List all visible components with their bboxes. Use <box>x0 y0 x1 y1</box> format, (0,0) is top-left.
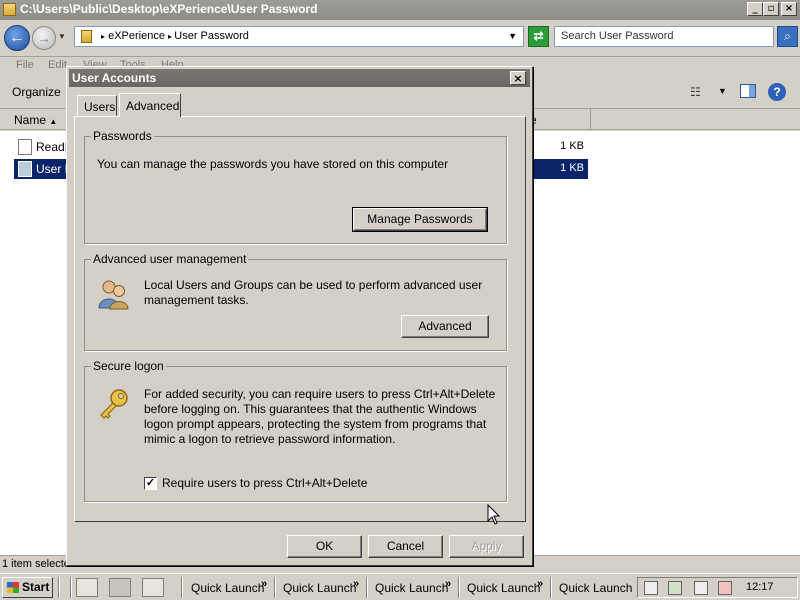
address-dropdown-icon[interactable]: ▼ <box>508 31 517 41</box>
search-icon[interactable]: ⌕ <box>777 26 798 47</box>
secure-logon-text: For added security, you can require user… <box>144 387 496 446</box>
key-icon <box>100 389 128 419</box>
advanced-user-management-group: Advanced user management Local Users and… <box>84 252 507 351</box>
quick-launch-label[interactable]: Quick Launch <box>467 581 540 595</box>
printer-icon[interactable] <box>694 581 708 595</box>
search-input[interactable]: Search User Password <box>554 26 774 47</box>
folder-icon[interactable] <box>76 578 98 597</box>
apply-button[interactable]: Apply <box>449 535 524 558</box>
document-icon[interactable] <box>644 581 658 595</box>
checkbox-label[interactable]: Require users to press Ctrl+Alt+Delete <box>162 476 462 491</box>
quick-launch-label[interactable]: Quick Launch <box>375 581 448 595</box>
require-ctrl-alt-delete-checkbox[interactable]: ✓ <box>144 477 157 490</box>
column-name[interactable]: Name ▲ <box>14 113 57 127</box>
monitor-icon[interactable] <box>142 578 164 597</box>
help-icon[interactable]: ? <box>768 83 786 101</box>
folder-icon <box>3 3 16 16</box>
ok-button[interactable]: OK <box>287 535 362 558</box>
address-field[interactable]: ▸ eXPerience ▸ User Password ▼ <box>74 26 524 47</box>
passwords-group: Passwords You can manage the passwords y… <box>84 129 507 244</box>
start-button[interactable]: Start <box>2 577 53 598</box>
organize-button[interactable]: Organize <box>12 85 61 99</box>
window-title: C:\Users\Public\Desktop\eXPerience\User … <box>20 2 318 16</box>
mouse-cursor-icon <box>487 504 501 525</box>
tab-users[interactable]: Users <box>77 95 117 116</box>
back-button[interactable]: ← <box>4 25 30 51</box>
views-icon[interactable]: ☷ <box>690 85 701 99</box>
system-tray: 12:17 <box>637 577 798 598</box>
clock[interactable]: 12:17 <box>746 581 774 593</box>
folder-icon <box>81 30 92 43</box>
file-size: 1 KB <box>560 162 584 174</box>
chevron-icon[interactable]: » <box>537 578 543 590</box>
users-icon <box>98 280 129 310</box>
address-bar-area: ← → ▼ ▸ eXPerience ▸ User Password ▼ ⇄ S… <box>0 20 800 56</box>
quick-launch-label[interactable]: Quick Launch <box>191 581 264 595</box>
secure-logon-group: Secure logon For added security, you can… <box>84 359 507 502</box>
menu-file[interactable]: File <box>16 59 34 71</box>
minimize-button[interactable]: _ <box>747 2 763 16</box>
file-size: 1 KB <box>560 140 584 152</box>
status-text: 1 item selecte <box>2 558 70 570</box>
volume-muted-icon[interactable] <box>718 581 732 595</box>
dialog-close-button[interactable]: × <box>510 71 526 85</box>
users-icon[interactable] <box>109 578 131 597</box>
group-label: Advanced user management <box>91 252 249 266</box>
group-label: Secure logon <box>91 359 166 373</box>
quick-launch-label[interactable]: Quick Launch <box>283 581 356 595</box>
quick-launch-label[interactable]: Quick Launch <box>559 581 632 595</box>
cancel-button[interactable]: Cancel <box>368 535 443 558</box>
windows-flag-icon <box>7 582 19 593</box>
document-icon <box>18 139 32 155</box>
preview-pane-icon[interactable] <box>740 84 756 98</box>
manage-passwords-button[interactable]: Manage Passwords <box>352 207 488 232</box>
user-accounts-dialog: User Accounts × Users Advanced Passwords… <box>66 66 533 566</box>
chevron-icon[interactable]: » <box>445 578 451 590</box>
dialog-titlebar: User Accounts × <box>69 69 530 87</box>
forward-button[interactable]: → <box>32 26 56 50</box>
dialog-title: User Accounts <box>72 71 157 85</box>
breadcrumb: ▸ eXPerience ▸ User Password <box>101 30 249 42</box>
chevron-icon[interactable]: » <box>261 578 267 590</box>
menu-edit[interactable]: Edit <box>48 59 67 71</box>
advanced-button[interactable]: Advanced <box>401 315 489 338</box>
views-dropdown-icon[interactable]: ▼ <box>718 86 727 96</box>
group-label: Passwords <box>91 129 154 143</box>
shortcut-icon <box>18 161 32 177</box>
passwords-text: You can manage the passwords you have st… <box>97 157 449 171</box>
close-button[interactable]: × <box>781 2 797 16</box>
tab-advanced[interactable]: Advanced <box>119 93 181 117</box>
history-dropdown-icon[interactable]: ▼ <box>58 32 66 41</box>
network-icon[interactable] <box>668 581 682 595</box>
taskbar: Start Quick Launch » Quick Launch » Quic… <box>0 573 800 600</box>
advanced-mgmt-text: Local Users and Groups can be used to pe… <box>144 278 483 307</box>
chevron-icon[interactable]: » <box>353 578 359 590</box>
breadcrumb-item[interactable]: User Password <box>174 30 249 42</box>
breadcrumb-item[interactable]: eXPerience <box>108 30 165 42</box>
refresh-button[interactable]: ⇄ <box>528 26 549 47</box>
maximize-button[interactable]: ▫ <box>763 2 779 16</box>
explorer-titlebar: C:\Users\Public\Desktop\eXPerience\User … <box>0 0 800 20</box>
